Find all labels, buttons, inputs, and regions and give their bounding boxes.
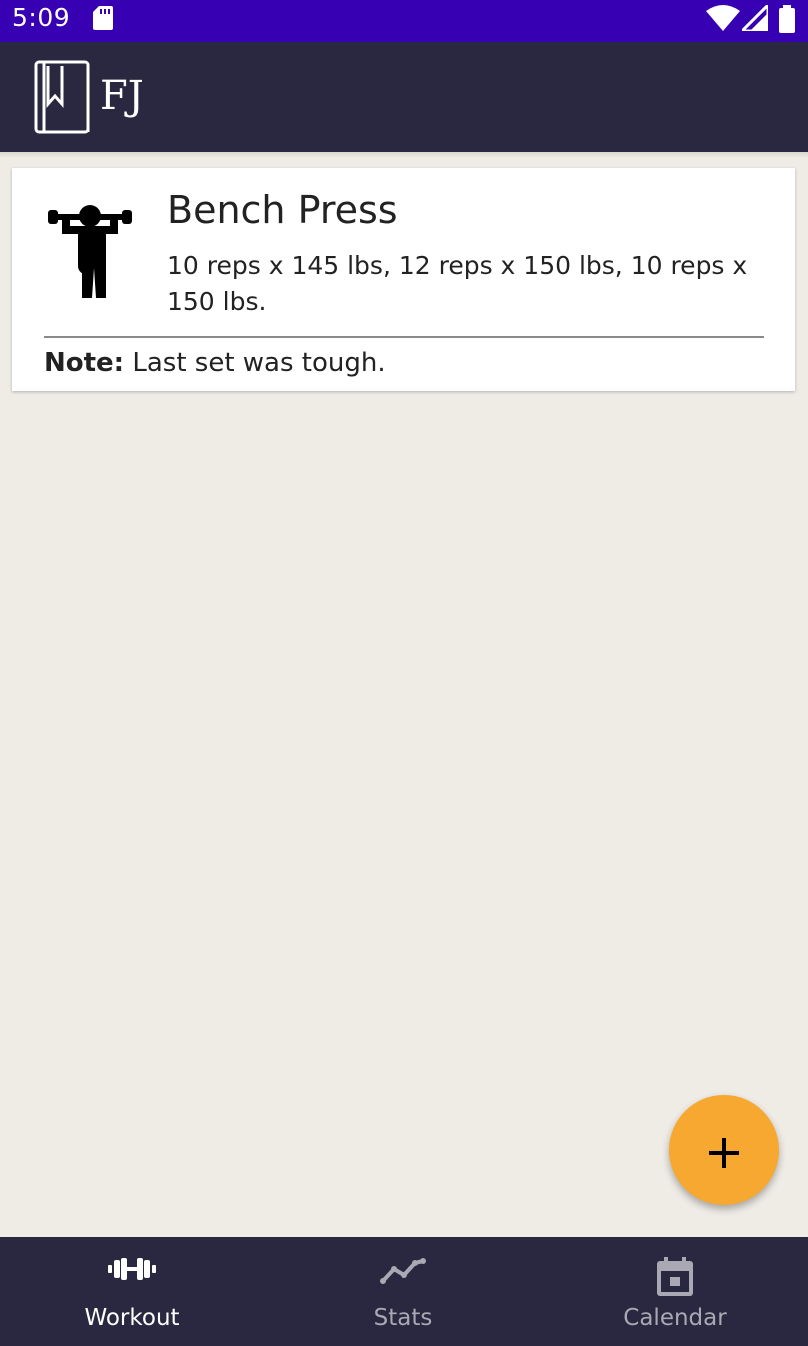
- exercise-title: Bench Press: [167, 188, 398, 232]
- calendar-icon: [545, 1257, 805, 1301]
- book-icon: [34, 60, 94, 138]
- add-icon: [709, 1122, 739, 1178]
- sd-card-icon: [93, 6, 113, 34]
- nav-item-workout[interactable]: Workout: [2, 1237, 262, 1346]
- add-workout-button[interactable]: [669, 1095, 779, 1205]
- nav-label-workout: Workout: [84, 1305, 180, 1331]
- workout-entry-card[interactable]: Bench Press 10 reps x 145 lbs, 12 reps x…: [12, 168, 795, 391]
- nav-item-stats[interactable]: Stats: [273, 1237, 533, 1346]
- weightlifter-icon: [48, 204, 132, 302]
- signal-icon: [738, 1, 770, 35]
- status-bar: 5:09: [0, 0, 808, 42]
- wifi-icon: [706, 5, 740, 35]
- app-logo-text: FJ: [100, 73, 144, 119]
- status-time: 5:09: [12, 3, 71, 32]
- note-label: Note:: [44, 348, 125, 378]
- exercise-sets: 10 reps x 145 lbs, 12 reps x 150 lbs, 10…: [167, 251, 748, 316]
- line-chart-icon: [273, 1257, 533, 1289]
- card-divider: [44, 336, 764, 338]
- exercise-note: Note: Last set was tough.: [44, 348, 386, 378]
- nav-label-calendar: Calendar: [623, 1305, 727, 1331]
- battery-icon: [778, 5, 796, 37]
- note-text: Last set was tough.: [124, 348, 386, 378]
- dumbbell-icon: [2, 1257, 262, 1285]
- nav-item-calendar[interactable]: Calendar: [545, 1237, 805, 1346]
- app-bar: FJ: [0, 42, 808, 152]
- app-bar-shadow: [0, 152, 808, 158]
- nav-label-stats: Stats: [373, 1305, 433, 1331]
- bottom-navigation: Workout Stats Calendar: [0, 1237, 808, 1346]
